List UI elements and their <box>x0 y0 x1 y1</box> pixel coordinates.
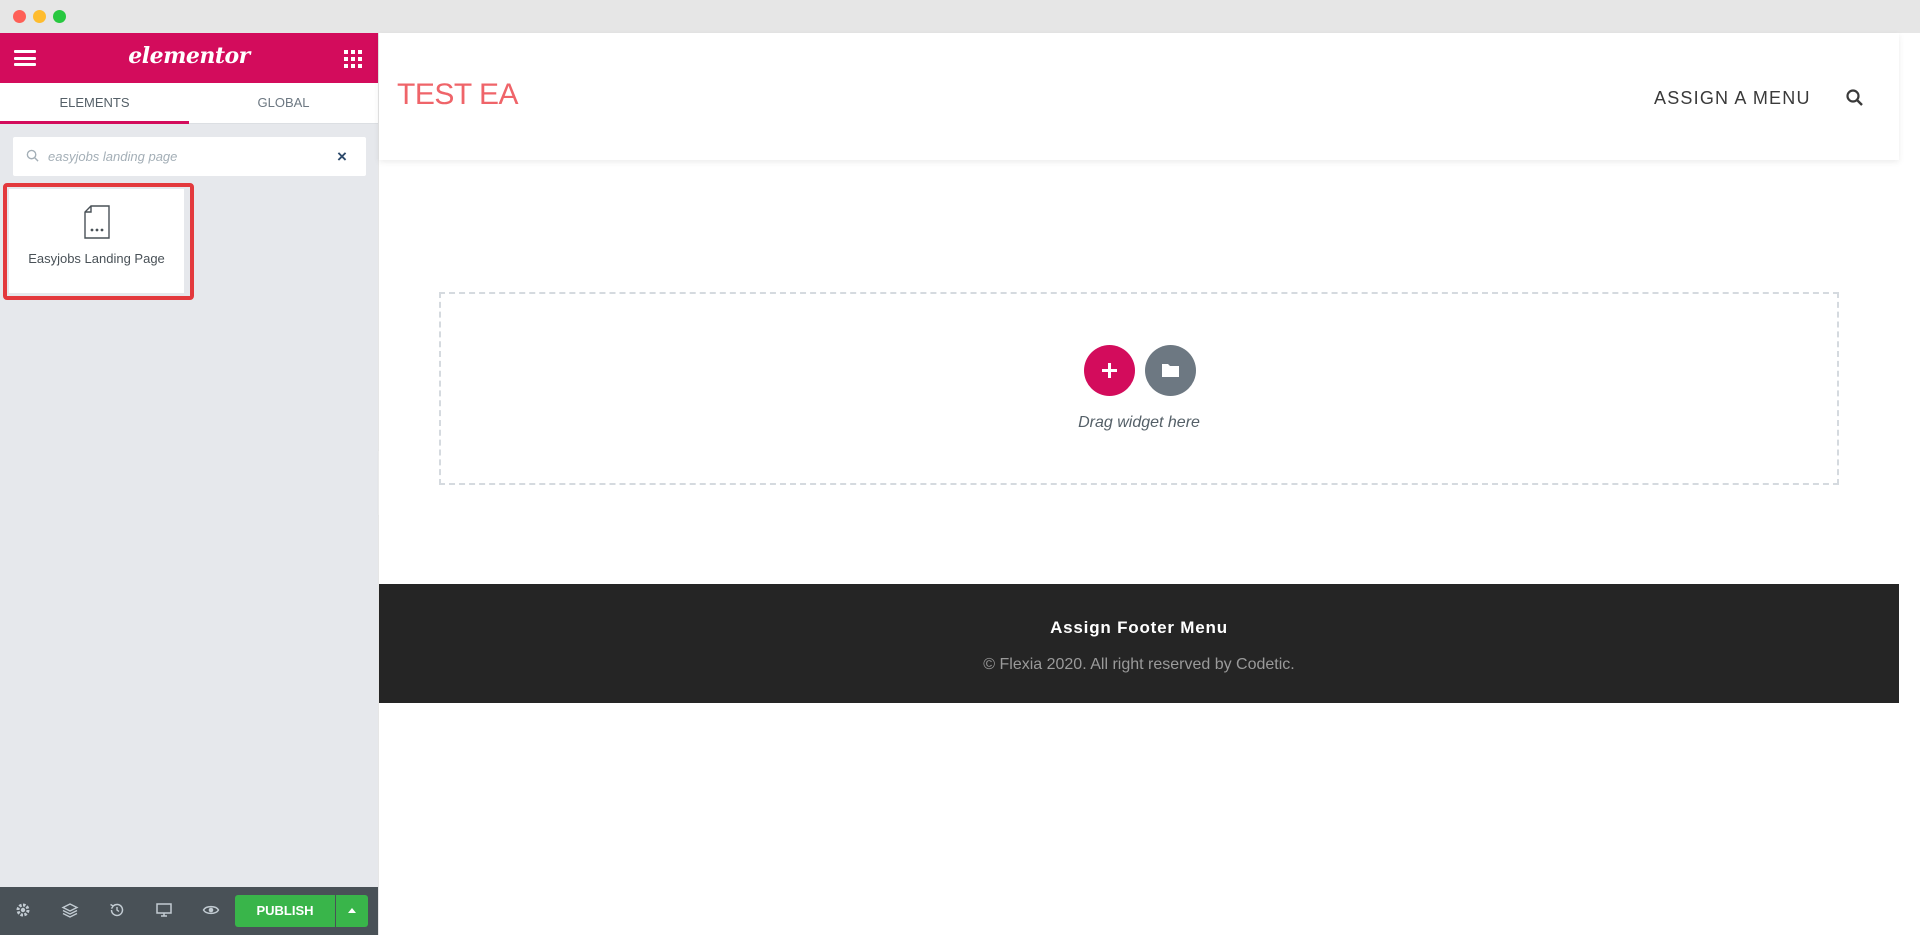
window-titlebar <box>0 0 1920 33</box>
folder-icon <box>1162 364 1179 377</box>
assign-menu-link[interactable]: ASSIGN A MENU <box>1654 88 1811 109</box>
site-search-icon[interactable] <box>1845 88 1865 108</box>
widget-easyjobs-landing-page[interactable]: Easyjobs Landing Page <box>9 189 184 293</box>
tab-global[interactable]: GLOBAL <box>189 83 378 124</box>
search-icon <box>26 149 39 162</box>
navigator-icon[interactable] <box>61 901 79 919</box>
panel-tabs: ELEMENTS GLOBAL <box>0 83 378 124</box>
add-template-button[interactable] <box>1145 345 1196 396</box>
history-icon[interactable] <box>108 901 126 919</box>
add-section-button[interactable] <box>1084 345 1135 396</box>
close-window-button[interactable] <box>13 10 26 23</box>
empty-section-dropzone[interactable]: Drag widget here <box>439 292 1839 485</box>
maximize-window-button[interactable] <box>53 10 66 23</box>
preview-icon[interactable] <box>202 901 220 919</box>
clear-search-icon[interactable]: × <box>337 147 347 167</box>
publish-button[interactable]: PUBLISH <box>235 895 335 927</box>
tab-elements[interactable]: ELEMENTS <box>0 83 189 124</box>
site-footer: Assign Footer Menu © Flexia 2020. All ri… <box>379 584 1899 703</box>
site-header: TEST EA ASSIGN A MENU <box>379 33 1899 160</box>
page-preview: TEST EA ASSIGN A MENU Drag widget here A… <box>379 33 1920 935</box>
widget-label: Easyjobs Landing Page <box>28 251 165 266</box>
search-input[interactable] <box>48 137 328 176</box>
widgets-grid-icon[interactable] <box>344 50 362 68</box>
drag-widget-hint: Drag widget here <box>1078 414 1200 431</box>
footer-copyright: © Flexia 2020. All right reserved by Cod… <box>983 656 1295 673</box>
elementor-logo: elementor <box>128 43 250 69</box>
document-icon <box>84 205 110 239</box>
settings-icon[interactable] <box>14 901 32 919</box>
panel-footer: PUBLISH <box>0 887 378 935</box>
elementor-panel: elementor ELEMENTS GLOBAL × Easyjobs Lan… <box>0 33 378 935</box>
site-title[interactable]: TEST EA <box>397 78 518 112</box>
responsive-mode-icon[interactable] <box>155 901 173 919</box>
publish-options-button[interactable] <box>336 895 368 927</box>
footer-menu-link[interactable]: Assign Footer Menu <box>379 618 1899 638</box>
widget-search: × <box>13 137 366 176</box>
panel-header: elementor <box>0 33 378 83</box>
minimize-window-button[interactable] <box>33 10 46 23</box>
